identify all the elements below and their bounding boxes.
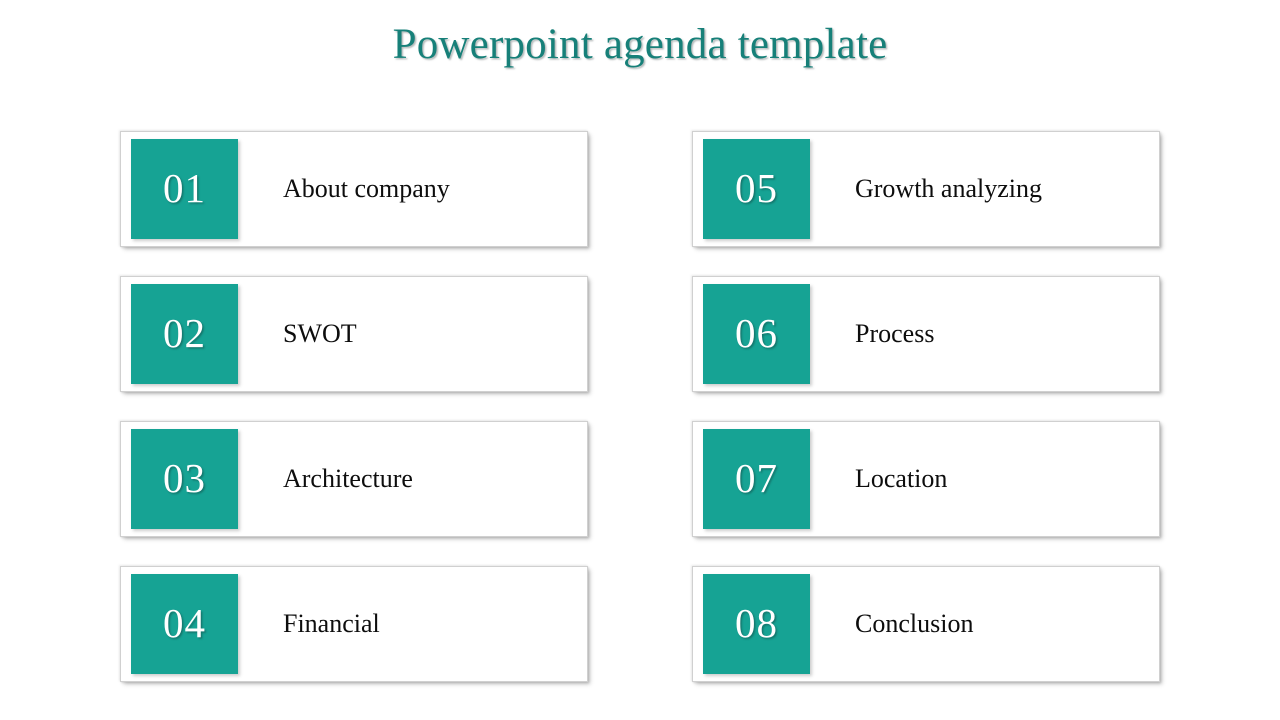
agenda-number-04: 04 [163,599,206,646]
page-title: Powerpoint agenda template [392,21,888,68]
agenda-number-badge-03: 03 [131,429,238,529]
agenda-column-left: 01 About company 02 SWOT 03 Architecture… [120,131,588,682]
agenda-number-02: 02 [163,309,206,356]
agenda-item-08[interactable]: 08 Conclusion [692,566,1160,682]
agenda-item-01[interactable]: 01 About company [120,131,588,247]
agenda-item-06[interactable]: 06 Process [692,276,1160,392]
agenda-number-07: 07 [735,454,778,501]
agenda-number-badge-05: 05 [703,139,810,239]
agenda-number-badge-08: 08 [703,574,810,674]
agenda-item-02[interactable]: 02 SWOT [120,276,588,392]
agenda-number-06: 06 [735,309,778,356]
agenda-column-right: 05 Growth analyzing 06 Process 07 Locati… [692,131,1160,682]
agenda-label-07: Location [855,464,948,494]
agenda-number-badge-04: 04 [131,574,238,674]
slide-canvas: Powerpoint agenda template 01 About comp… [0,0,1280,720]
agenda-item-07[interactable]: 07 Location [692,421,1160,537]
agenda-label-03: Architecture [283,464,413,494]
agenda-number-05: 05 [735,164,778,211]
agenda-number-badge-07: 07 [703,429,810,529]
agenda-number-01: 01 [163,164,206,211]
agenda-label-08: Conclusion [855,609,974,639]
agenda-number-badge-06: 06 [703,284,810,384]
agenda-label-05: Growth analyzing [855,174,1043,204]
agenda-item-03[interactable]: 03 Architecture [120,421,588,537]
agenda-label-06: Process [855,319,935,349]
agenda-item-04[interactable]: 04 Financial [120,566,588,682]
title-container: Powerpoint agenda template [0,20,1280,69]
agenda-label-02: SWOT [283,319,357,349]
agenda-number-03: 03 [163,454,206,501]
agenda-item-05[interactable]: 05 Growth analyzing [692,131,1160,247]
agenda-label-04: Financial [283,609,380,639]
agenda-label-01: About company [283,174,450,204]
agenda-number-badge-02: 02 [131,284,238,384]
agenda-number-badge-01: 01 [131,139,238,239]
agenda-grid: 01 About company 02 SWOT 03 Architecture… [120,131,1160,682]
agenda-number-08: 08 [735,599,778,646]
